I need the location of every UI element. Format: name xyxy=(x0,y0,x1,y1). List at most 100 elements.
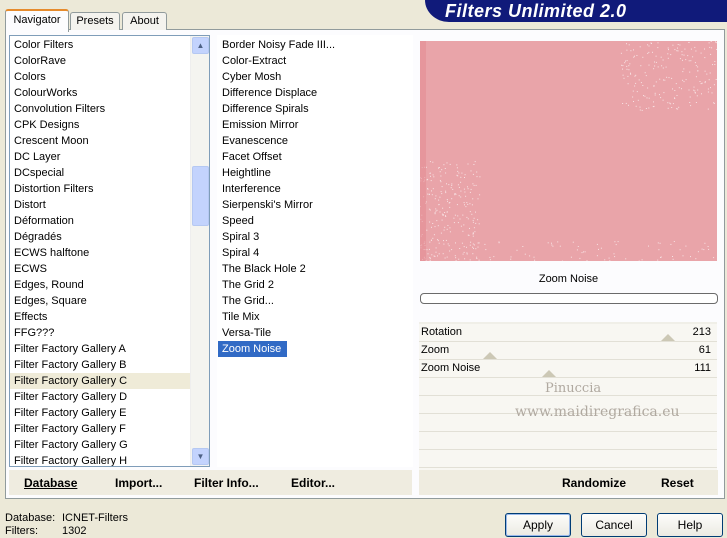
filter-item-label: Evanescence xyxy=(222,135,289,147)
editor-button[interactable]: Editor... xyxy=(291,476,335,490)
filter-item-label: Spiral 3 xyxy=(222,231,260,243)
filter-item[interactable]: Difference Displace xyxy=(218,85,408,101)
filter-info-button[interactable]: Filter Info... xyxy=(194,476,259,490)
category-item[interactable]: Effects xyxy=(10,309,190,325)
slider-marker-icon[interactable] xyxy=(542,370,556,377)
filter-item-label: Difference Spirals xyxy=(222,103,309,115)
category-item[interactable]: Color Filters xyxy=(10,37,190,53)
filter-item[interactable]: The Grid... xyxy=(218,293,408,309)
category-item[interactable]: Edges, Square xyxy=(10,293,190,309)
import-button[interactable]: Import... xyxy=(115,476,162,490)
apply-button[interactable]: Apply xyxy=(505,513,571,537)
filter-item[interactable]: The Black Hole 2 xyxy=(218,261,408,277)
category-item[interactable]: Convolution Filters xyxy=(10,101,190,117)
app-title: Filters Unlimited 2.0 xyxy=(445,1,627,21)
filter-item-label: Border Noisy Fade III... xyxy=(222,39,336,51)
database-value: ICNET-Filters xyxy=(62,512,128,524)
cancel-button[interactable]: Cancel xyxy=(581,513,647,537)
param-value: 61 xyxy=(698,344,711,356)
param-label: Rotation xyxy=(421,326,462,338)
filter-item[interactable]: Color-Extract xyxy=(218,53,408,69)
filter-item[interactable]: Difference Spirals xyxy=(218,101,408,117)
category-item[interactable]: Dégradés xyxy=(10,229,190,245)
category-item[interactable]: Crescent Moon xyxy=(10,133,190,149)
filter-item-label: The Grid... xyxy=(222,295,274,307)
category-item[interactable]: ColorRave xyxy=(10,53,190,69)
filter-item[interactable]: Speed xyxy=(218,213,408,229)
filter-item-label: Emission Mirror xyxy=(222,119,299,131)
filter-item-label: Tile Mix xyxy=(222,311,260,323)
preview-image xyxy=(420,41,717,261)
category-list[interactable]: Color Filters ColorRave Colors ColourWorks C… xyxy=(9,35,210,467)
param-slider[interactable]: Zoom Noise 111 xyxy=(419,360,717,378)
param-label: Zoom xyxy=(421,344,450,356)
database-label: Database: xyxy=(5,512,56,524)
filter-list[interactable]: Border Noisy Fade III... Color-Extract Cyb… xyxy=(217,35,413,467)
tab-about[interactable]: About xyxy=(122,12,167,30)
scroll-up-icon[interactable]: ▲ xyxy=(192,37,209,54)
filter-item[interactable]: Zoom Noise xyxy=(218,341,408,357)
filter-item-label: Sierpenski's Mirror xyxy=(222,199,313,211)
scroll-thumb[interactable] xyxy=(192,166,209,226)
filter-item[interactable]: Cyber Mosh xyxy=(218,69,408,85)
filter-item[interactable]: Spiral 3 xyxy=(218,229,408,245)
param-slider[interactable]: Rotation 213 xyxy=(419,324,717,342)
filter-item[interactable]: Spiral 4 xyxy=(218,245,408,261)
category-item[interactable]: FFG??? xyxy=(10,325,190,341)
category-item[interactable]: Déformation xyxy=(10,213,190,229)
filter-item-label: Heightline xyxy=(222,167,271,179)
watermark-url: www.maidiregrafica.eu xyxy=(515,404,680,420)
filter-item-label: Interference xyxy=(222,183,281,195)
category-item[interactable]: Filter Factory Gallery F xyxy=(10,421,190,437)
filter-item[interactable]: Emission Mirror xyxy=(218,117,408,133)
filter-item[interactable]: Facet Offset xyxy=(218,149,408,165)
category-item[interactable]: Filter Factory Gallery H xyxy=(10,453,190,466)
database-button[interactable]: Database xyxy=(24,476,77,490)
category-scrollbar[interactable]: ▲ ▼ xyxy=(190,36,209,466)
slider-marker-icon[interactable] xyxy=(483,352,497,359)
filter-item[interactable]: Sierpenski's Mirror xyxy=(218,197,408,213)
empty-param-row xyxy=(419,450,717,468)
filter-item-label: Speed xyxy=(222,215,254,227)
category-item[interactable]: Distortion Filters xyxy=(10,181,190,197)
filters-label: Filters: xyxy=(5,525,38,537)
category-item[interactable]: DCspecial xyxy=(10,165,190,181)
category-item[interactable]: DC Layer xyxy=(10,149,190,165)
category-item[interactable]: Filter Factory Gallery G xyxy=(10,437,190,453)
filter-item-label: Spiral 4 xyxy=(222,247,260,259)
filter-item[interactable]: Evanescence xyxy=(218,133,408,149)
progress-bar xyxy=(420,293,718,304)
category-item[interactable]: Filter Factory Gallery E xyxy=(10,405,190,421)
noise-texture xyxy=(420,41,717,261)
reset-button[interactable]: Reset xyxy=(661,476,694,490)
category-item[interactable]: ECWS xyxy=(10,261,190,277)
param-value: 111 xyxy=(694,362,711,374)
tab-navigator[interactable]: Navigator xyxy=(5,9,69,32)
category-item[interactable]: Filter Factory Gallery C xyxy=(10,373,190,389)
category-item[interactable]: CPK Designs xyxy=(10,117,190,133)
scroll-down-icon[interactable]: ▼ xyxy=(192,448,209,465)
filter-title: Zoom Noise xyxy=(538,273,599,285)
help-button[interactable]: Help xyxy=(657,513,723,537)
filter-item[interactable]: Heightline xyxy=(218,165,408,181)
category-item[interactable]: ColourWorks xyxy=(10,85,190,101)
filters-count: 1302 xyxy=(62,525,87,537)
category-item[interactable]: Filter Factory Gallery B xyxy=(10,357,190,373)
param-slider[interactable]: Zoom 61 xyxy=(419,342,717,360)
category-item[interactable]: ECWS halftone xyxy=(10,245,190,261)
filter-item-label: Facet Offset xyxy=(222,151,282,163)
category-item[interactable]: Colors xyxy=(10,69,190,85)
category-item[interactable]: Filter Factory Gallery D xyxy=(10,389,190,405)
category-item[interactable]: Edges, Round xyxy=(10,277,190,293)
category-item[interactable]: Filter Factory Gallery A xyxy=(10,341,190,357)
filter-item[interactable]: The Grid 2 xyxy=(218,277,408,293)
filter-item[interactable]: Versa-Tile xyxy=(218,325,408,341)
filter-item[interactable]: Tile Mix xyxy=(218,309,408,325)
randomize-button[interactable]: Randomize xyxy=(562,476,626,490)
tab-presets[interactable]: Presets xyxy=(70,12,120,30)
filter-item[interactable]: Border Noisy Fade III... xyxy=(218,37,408,53)
filter-item[interactable]: Interference xyxy=(218,181,408,197)
filter-item-label: Cyber Mosh xyxy=(222,71,282,83)
category-item[interactable]: Distort xyxy=(10,197,190,213)
slider-marker-icon[interactable] xyxy=(661,334,675,341)
